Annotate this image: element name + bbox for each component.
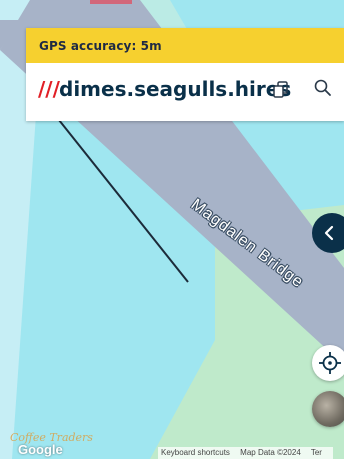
gps-accuracy-banner: GPS accuracy: 5m — [26, 28, 344, 63]
crosshair-icon — [319, 352, 341, 374]
w3w-address[interactable]: dimes.seagulls.hires — [59, 77, 291, 101]
map-data-text: Map Data ©2024 — [240, 448, 301, 457]
w3w-slashes: /// — [38, 77, 60, 101]
gps-accuracy-text: GPS accuracy: 5m — [39, 39, 162, 53]
map-attribution: Keyboard shortcuts Map Data ©2024 Ter — [158, 447, 333, 459]
chevron-left-icon — [324, 225, 334, 241]
terms-link[interactable]: Ter — [311, 448, 322, 457]
address-row: /// dimes.seagulls.hires — [26, 63, 344, 121]
copy-icon[interactable] — [270, 78, 292, 100]
keyboard-shortcuts-link[interactable]: Keyboard shortcuts — [161, 448, 230, 457]
location-card: GPS accuracy: 5m /// dimes.seagulls.hire… — [26, 28, 344, 121]
satellite-view-button[interactable] — [312, 391, 344, 427]
side-panel-toggle-button[interactable] — [312, 213, 344, 253]
google-logo: Google — [18, 442, 63, 457]
locate-me-button[interactable] — [312, 345, 344, 381]
search-icon[interactable] — [312, 77, 334, 99]
